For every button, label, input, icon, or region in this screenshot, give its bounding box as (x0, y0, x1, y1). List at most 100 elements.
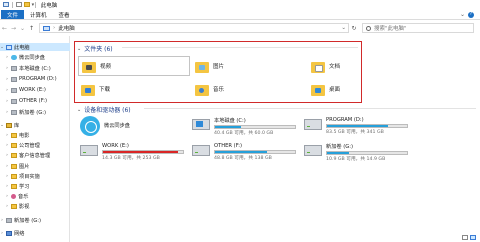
sidebar-item-label: 新加卷 (G:) (14, 217, 42, 224)
breadcrumb-this-pc[interactable]: 此电脑 (58, 24, 75, 32)
expand-chevron-icon[interactable]: › (5, 143, 9, 148)
new-folder-icon[interactable] (23, 2, 30, 7)
expand-chevron-icon[interactable]: › (5, 153, 9, 158)
folder-label: 视频 (100, 64, 112, 70)
expand-chevron-icon[interactable]: › (5, 55, 9, 60)
sidebar-item-music[interactable]: › 音乐 (5, 192, 28, 200)
expand-chevron-icon[interactable]: › (5, 184, 9, 189)
drive-f[interactable]: OTHER (F:) 48.8 GB 可用，共 138 GB (192, 143, 304, 163)
expand-chevron-icon[interactable]: › (5, 204, 9, 209)
devices-group-header[interactable]: ⌄ 设备和驱动器 (6) (77, 105, 131, 115)
documents-folder-icon (311, 60, 325, 73)
breadcrumb-separator[interactable]: › (53, 25, 55, 31)
drive-usage-fill (327, 125, 388, 127)
drive-info: WORK (E:) 14.3 GB 可用，共 253 GB (102, 143, 190, 161)
drive-icon (192, 145, 210, 156)
expand-chevron-icon[interactable]: › (5, 174, 9, 179)
folder-desktop[interactable]: 桌面 (308, 79, 360, 99)
expand-chevron-icon[interactable]: › (0, 231, 4, 236)
sidebar-item-projects[interactable]: › 项目实施 (5, 172, 40, 180)
sidebar-item-libraries[interactable]: ⌄ 库 (0, 121, 19, 129)
sidebar-item-drive-c[interactable]: › 本地磁盘 (C:) (5, 64, 51, 72)
title-bar: ▾ 此电脑 (0, 0, 480, 9)
navigation-pane: ⌄ 此电脑 › 微云同步盘 › 本地磁盘 (C:) › PROGRAM (D:)… (0, 36, 70, 242)
drive-weiyun[interactable]: 微云同步盘 (80, 116, 192, 136)
sidebar-item-label: 库 (14, 122, 20, 129)
expand-chevron-icon[interactable]: › (5, 77, 9, 82)
drive-d[interactable]: PROGRAM (D:) 83.5 GB 可用，共 341 GB (304, 117, 416, 137)
collapse-chevron-icon[interactable]: ⌄ (77, 107, 81, 113)
expand-chevron-icon[interactable]: › (5, 164, 9, 169)
drive-icon (304, 145, 322, 156)
expand-chevron-icon[interactable]: › (5, 133, 9, 138)
folder-pictures[interactable]: 图片 (192, 56, 304, 76)
sidebar-item-drive-g[interactable]: › 新加卷 (G:) (5, 108, 46, 116)
sidebar-item-movies[interactable]: › 电影 (5, 131, 29, 139)
expand-chevron-icon[interactable]: › (0, 218, 4, 223)
sidebar-item-label: WORK (E:) (19, 87, 46, 93)
sidebar-item-network[interactable]: › 网络 (0, 229, 24, 237)
sidebar-item-pictures[interactable]: › 图片 (5, 162, 29, 170)
customize-toolbar-icon[interactable]: ▾ (32, 2, 35, 8)
details-view-icon[interactable] (462, 235, 468, 240)
address-bar[interactable]: › 此电脑 ⌄ (39, 23, 349, 33)
sidebar-item-new-volume[interactable]: › 新加卷 (G:) (0, 216, 41, 224)
help-icon[interactable]: ? (468, 11, 474, 18)
drive-e[interactable]: WORK (E:) 14.3 GB 可用，共 253 GB (80, 143, 192, 163)
view-toggle (462, 235, 476, 240)
sidebar-item-label: 项目实施 (19, 173, 40, 180)
drive-icon (11, 76, 17, 82)
expand-chevron-icon[interactable]: › (5, 66, 9, 71)
drive-icon (6, 217, 12, 223)
drive-free-space: 40.4 GB 可用，共 60.0 GB (214, 131, 274, 136)
search-placeholder: 搜索"此电脑" (374, 26, 407, 32)
sidebar-item-this-pc[interactable]: ⌄ 此电脑 (0, 43, 70, 51)
drive-free-space: 83.5 GB 可用，共 341 GB (326, 130, 384, 135)
up-arrow-icon[interactable]: ↑ (27, 25, 36, 32)
expand-chevron-icon[interactable]: › (5, 110, 9, 115)
folder-music[interactable]: 音乐 (192, 79, 304, 99)
forward-arrow-icon[interactable]: → (9, 25, 18, 32)
collapse-chevron-icon[interactable]: ⌄ (0, 123, 4, 128)
drive-c[interactable]: 本地磁盘 (C:) 40.4 GB 可用，共 60.0 GB (192, 117, 304, 137)
desktop-folder-icon (311, 83, 325, 96)
content-pane: ⌄ 文件夹 (6) 视频 图片 文档 下载 音乐 桌面 ⌄ 设备和驱动器 (6)… (74, 36, 480, 242)
sidebar-item-customers[interactable]: › 客户信息管理 (5, 151, 50, 159)
recent-locations-icon[interactable]: ⌄ (18, 25, 27, 32)
sidebar-item-drive-d[interactable]: › PROGRAM (D:) (5, 75, 57, 83)
tab-file[interactable]: 文件 (1, 10, 25, 19)
expand-chevron-icon[interactable]: › (5, 88, 9, 93)
address-dropdown-icon[interactable]: ⌄ (341, 25, 348, 31)
drive-icon (11, 87, 17, 93)
sidebar-item-company[interactable]: › 公司管理 (5, 141, 40, 149)
folders-group-header[interactable]: ⌄ 文件夹 (6) (77, 44, 113, 54)
drive-usage-bar (326, 151, 408, 155)
collapse-chevron-icon[interactable]: ⌄ (77, 46, 81, 52)
group-divider (144, 108, 476, 109)
expand-chevron-icon[interactable]: › (5, 99, 9, 104)
folder-documents[interactable]: 文档 (308, 56, 360, 76)
collapse-chevron-icon[interactable]: ⌄ (0, 45, 4, 50)
drive-icon (11, 65, 17, 71)
back-arrow-icon[interactable]: ← (0, 25, 9, 32)
expand-ribbon-icon[interactable]: ⌄ (460, 11, 465, 18)
properties-icon[interactable] (15, 2, 22, 7)
sidebar-item-label: 电影 (19, 132, 30, 139)
refresh-icon[interactable]: ↻ (349, 25, 359, 32)
drive-usage-bar (102, 150, 184, 154)
drive-g[interactable]: 新加卷 (G:) 10.9 GB 可用，共 14.9 GB (304, 143, 416, 163)
sidebar-item-label: 学习 (19, 183, 30, 190)
sidebar-item-videos[interactable]: › 影视 (5, 202, 29, 210)
expand-chevron-icon[interactable]: › (5, 194, 9, 199)
search-box[interactable]: 搜索"此电脑" (362, 23, 474, 33)
sidebar-item-drive-e[interactable]: › WORK (E:) (5, 86, 46, 94)
folder-downloads[interactable]: 下载 (78, 79, 190, 99)
pictures-folder-icon (195, 60, 209, 73)
tab-computer[interactable]: 计算机 (24, 10, 53, 19)
tiles-view-icon[interactable] (470, 235, 476, 240)
folder-videos[interactable]: 视频 (78, 56, 190, 76)
tab-view[interactable]: 查看 (53, 10, 76, 19)
sidebar-item-study[interactable]: › 学习 (5, 182, 29, 190)
sidebar-item-weiyun[interactable]: › 微云同步盘 (5, 53, 45, 61)
sidebar-item-drive-f[interactable]: › OTHER (F:) (5, 97, 47, 105)
